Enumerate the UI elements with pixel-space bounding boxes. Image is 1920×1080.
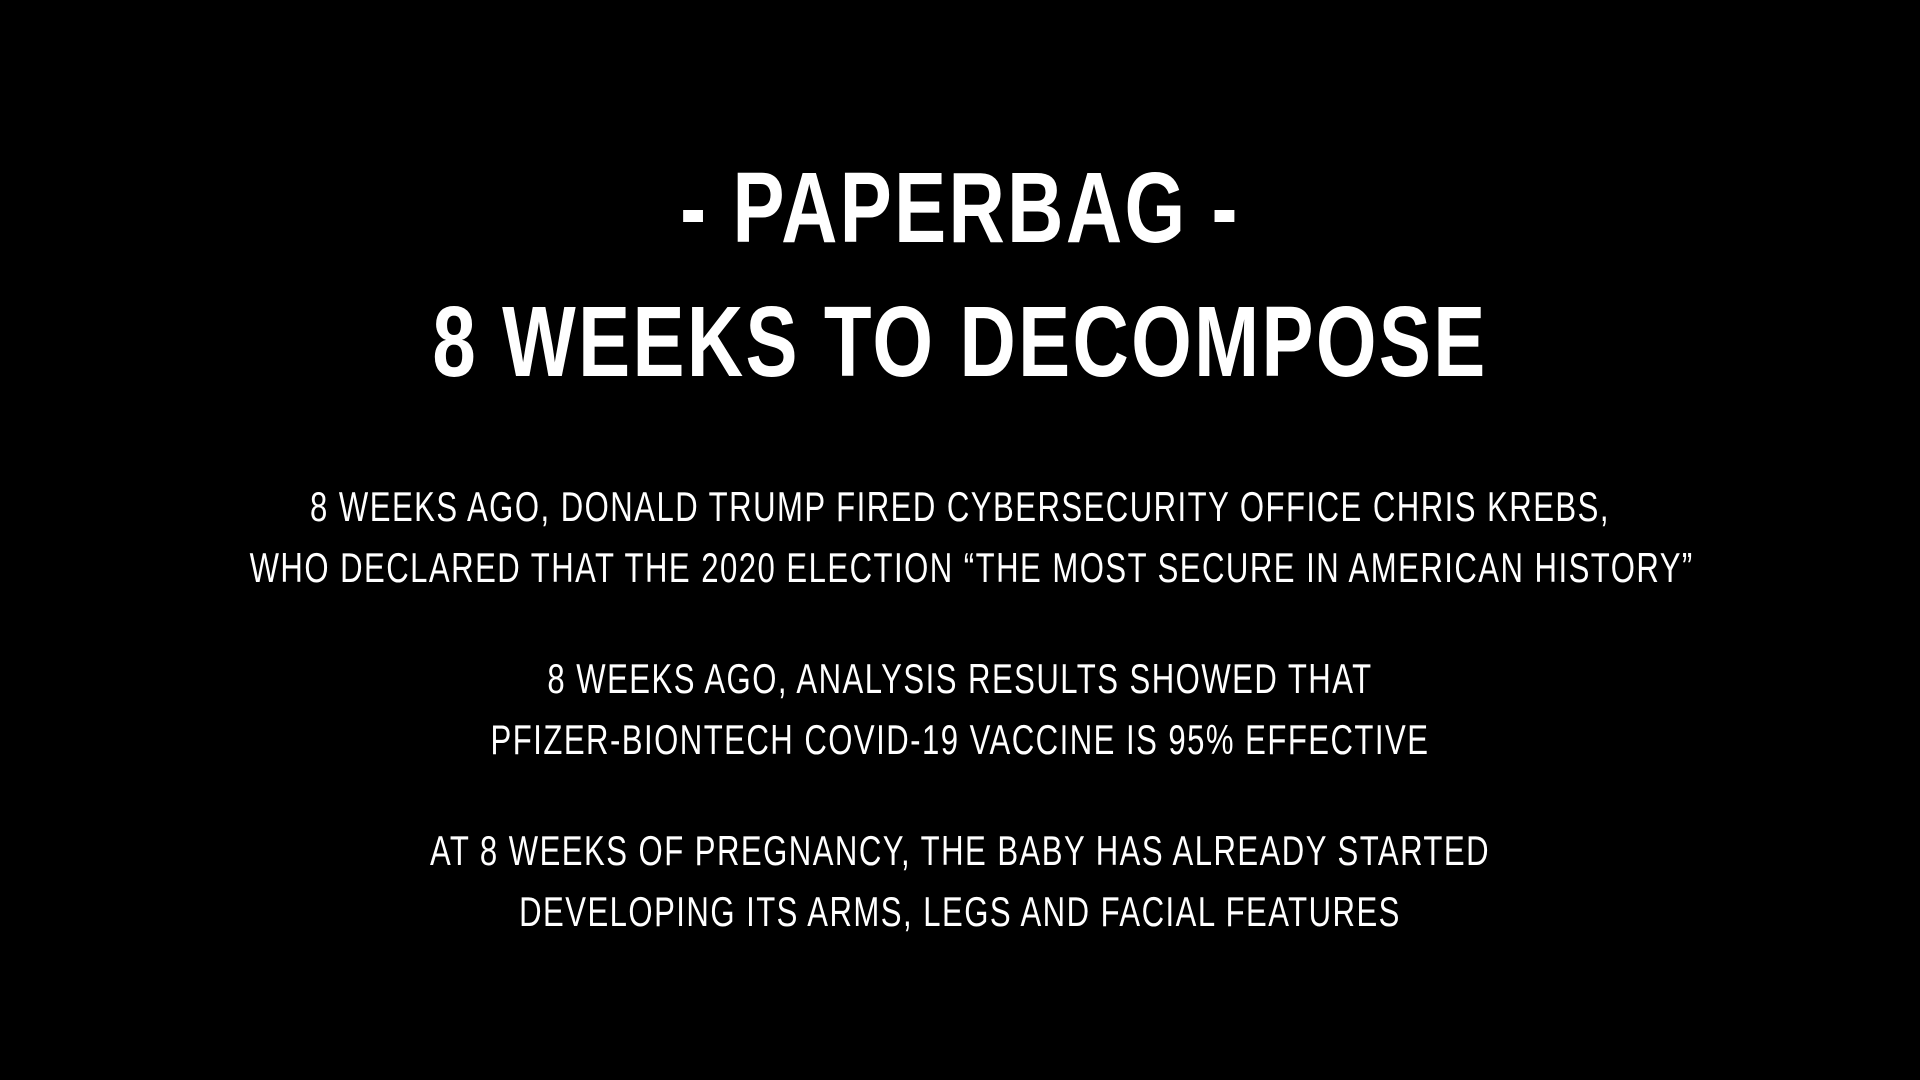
paragraph-krebs: 8 WEEKS AGO, DONALD TRUMP FIRED CYBERSEC… [249, 476, 1694, 598]
paragraph-line: 8 WEEKS AGO, ANALYSIS RESULTS SHOWED THA… [547, 655, 1373, 702]
slide-title: - PAPERBAG - [680, 152, 1240, 264]
slide-subtitle: 8 WEEKS TO DECOMPOSE [432, 286, 1488, 398]
paragraph-vaccine: 8 WEEKS AGO, ANALYSIS RESULTS SHOWED THA… [250, 648, 1671, 770]
paragraph-line: DEVELOPING ITS ARMS, LEGS AND FACIAL FEA… [519, 888, 1401, 935]
paragraph-line: 8 WEEKS AGO, DONALD TRUMP FIRED CYBERSEC… [310, 483, 1610, 530]
slide: - PAPERBAG - 8 WEEKS TO DECOMPOSE 8 WEEK… [0, 0, 1920, 1080]
paragraph-pregnancy: AT 8 WEEKS OF PREGNANCY, THE BABY HAS AL… [250, 820, 1671, 942]
paragraph-line: WHO DECLARED THAT THE 2020 ELECTION “THE… [249, 544, 1694, 591]
paragraph-line: AT 8 WEEKS OF PREGNANCY, THE BABY HAS AL… [429, 827, 1491, 874]
paragraph-line: PFIZER-BIONTECH COVID-19 VACCINE IS 95% … [490, 716, 1430, 763]
